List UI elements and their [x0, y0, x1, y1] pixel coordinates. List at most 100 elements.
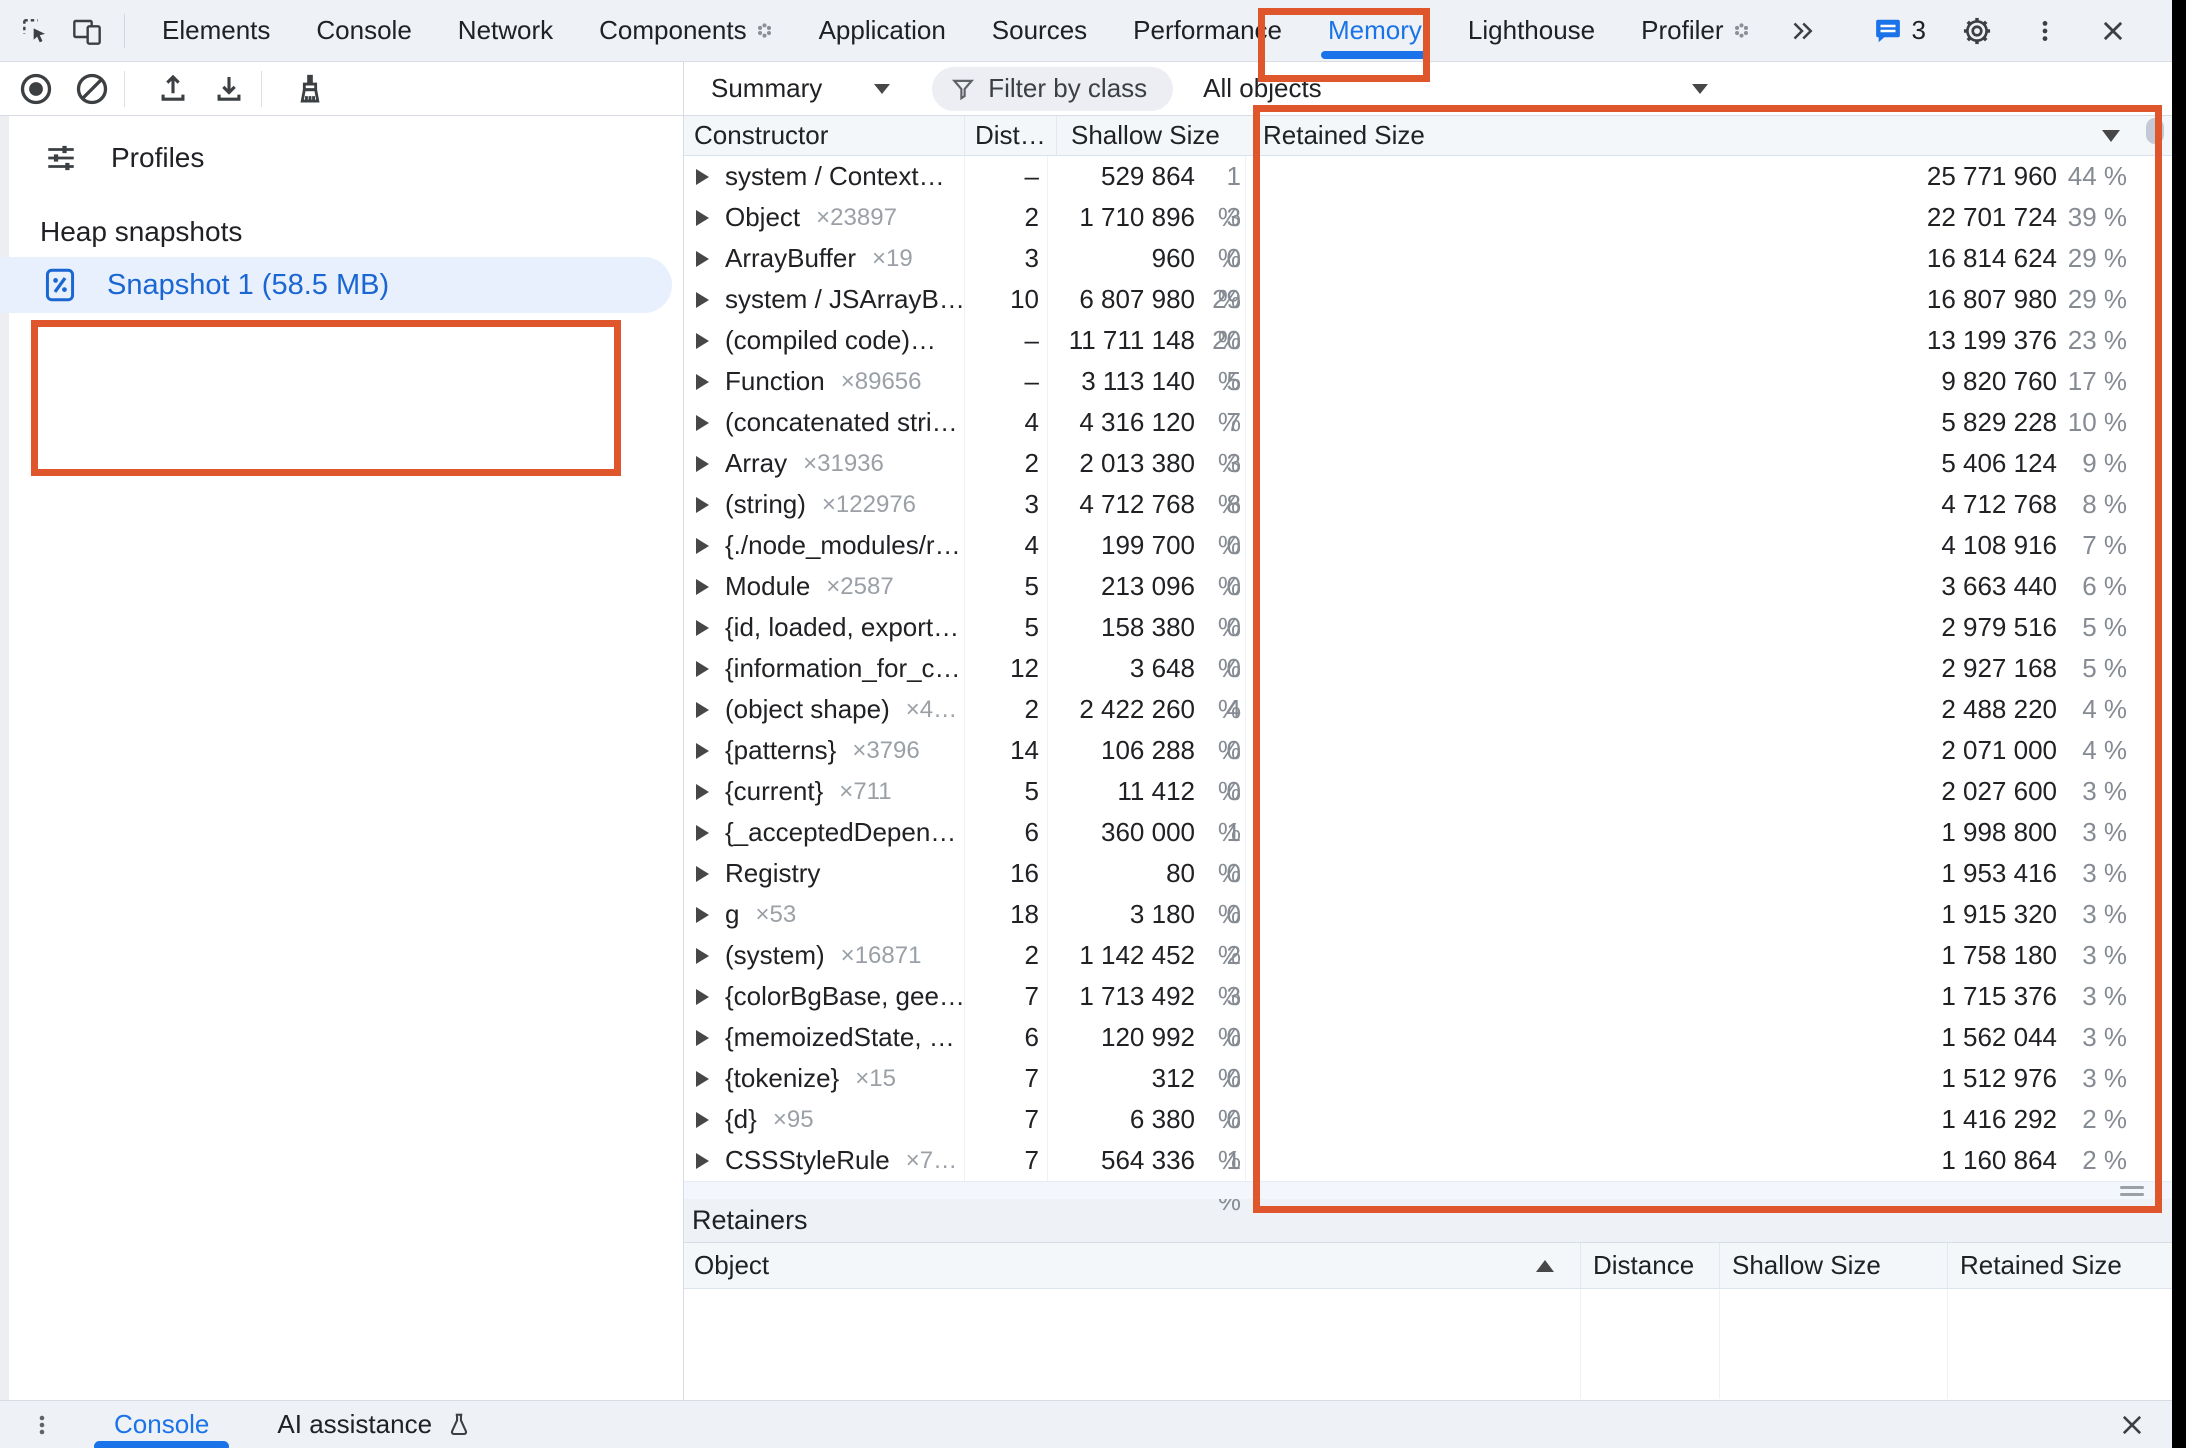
expand-arrow-icon[interactable]: [696, 661, 709, 677]
expand-arrow-icon[interactable]: [696, 620, 709, 636]
expand-arrow-icon[interactable]: [696, 251, 709, 267]
filter-funnel-icon: [950, 76, 976, 102]
table-row[interactable]: g ×53 18 3 180 0 % 1 915 320 3 %: [684, 894, 2172, 935]
table-scrollbar-thumb[interactable]: [2146, 118, 2164, 144]
perspective-select[interactable]: Summary: [711, 73, 890, 104]
expand-arrow-icon[interactable]: [696, 169, 709, 185]
save-profile-icon[interactable]: [209, 69, 249, 109]
drawer-menu-icon[interactable]: [30, 1413, 54, 1437]
more-tabs-icon[interactable]: [1785, 14, 1819, 48]
retained-size-cell: 1 160 864: [1245, 1140, 2057, 1181]
table-row[interactable]: {current} ×711 5 11 412 0 % 2 027 600 3 …: [684, 771, 2172, 812]
tab-components[interactable]: Components: [576, 0, 795, 62]
expand-arrow-icon[interactable]: [696, 989, 709, 1005]
expand-arrow-icon[interactable]: [696, 497, 709, 513]
device-toolbar-icon[interactable]: [70, 14, 104, 48]
table-row[interactable]: (system) ×16871 2 1 142 452 2 % 1 758 18…: [684, 935, 2172, 976]
expand-arrow-icon[interactable]: [696, 374, 709, 390]
tab-performance[interactable]: Performance: [1110, 0, 1305, 62]
issues-button[interactable]: 3: [1873, 15, 1926, 46]
table-row[interactable]: Function ×89656 – 3 113 140 5 % 9 820 76…: [684, 361, 2172, 402]
expand-arrow-icon[interactable]: [696, 579, 709, 595]
expand-arrow-icon[interactable]: [696, 825, 709, 841]
tab-network[interactable]: Network: [435, 0, 576, 62]
distance-cell: 6: [964, 812, 1047, 853]
table-row[interactable]: Object ×23897 2 1 710 896 3 % 22 701 724…: [684, 197, 2172, 238]
expand-arrow-icon[interactable]: [696, 948, 709, 964]
settings-gear-icon[interactable]: [1960, 14, 1994, 48]
table-row[interactable]: (concatenated stri… 4 4 316 120 7 % 5 82…: [684, 402, 2172, 443]
tab-elements[interactable]: Elements: [139, 0, 293, 62]
profiles-header[interactable]: Profiles: [0, 130, 683, 186]
expand-arrow-icon[interactable]: [696, 702, 709, 718]
table-row[interactable]: system / JSArrayB… 10 6 807 980 29 % 16 …: [684, 279, 2172, 320]
constructor-name: (string): [725, 489, 806, 520]
table-row[interactable]: {tokenize} ×15 7 312 0 % 1 512 976 3 %: [684, 1058, 2172, 1099]
clear-profiles-icon[interactable]: [72, 69, 112, 109]
retained-size-cell: 5 829 228: [1245, 402, 2057, 443]
tab-profiler[interactable]: Profiler: [1618, 0, 1772, 62]
tab-lighthouse[interactable]: Lighthouse: [1445, 0, 1618, 62]
snapshot-item[interactable]: Snapshot 1 (58.5 MB): [0, 257, 672, 313]
column-header-constructor[interactable]: Constructor: [684, 116, 964, 155]
expand-arrow-icon[interactable]: [696, 456, 709, 472]
table-row[interactable]: Array ×31936 2 2 013 380 3 % 5 406 124 9…: [684, 443, 2172, 484]
table-row[interactable]: CSSStyleRule ×7… 7 564 336 1 % 1 160 864…: [684, 1140, 2172, 1181]
expand-arrow-icon[interactable]: [696, 866, 709, 882]
class-filter-input[interactable]: Filter by class: [932, 67, 1173, 111]
expand-arrow-icon[interactable]: [696, 210, 709, 226]
table-row[interactable]: Registry 16 80 0 % 1 953 416 3 %: [684, 853, 2172, 894]
load-profile-icon[interactable]: [153, 69, 193, 109]
expand-arrow-icon[interactable]: [696, 1112, 709, 1128]
close-drawer-icon[interactable]: [2118, 1411, 2146, 1439]
table-row[interactable]: {d} ×95 7 6 380 0 % 1 416 292 2 %: [684, 1099, 2172, 1140]
table-row[interactable]: {information_for_c… 12 3 648 0 % 2 927 1…: [684, 648, 2172, 689]
expand-arrow-icon[interactable]: [696, 1071, 709, 1087]
retainers-column-shallow-size[interactable]: Shallow Size: [1719, 1243, 1947, 1288]
drawer-tab-console[interactable]: Console: [106, 1401, 217, 1448]
expand-arrow-icon[interactable]: [696, 784, 709, 800]
table-row[interactable]: {./node_modules/r… 4 199 700 0 % 4 108 9…: [684, 525, 2172, 566]
retainers-splitter[interactable]: [684, 1181, 2172, 1199]
column-header-shallow-size[interactable]: Shallow Size: [1056, 116, 1254, 155]
table-row[interactable]: (string) ×122976 3 4 712 768 8 % 4 712 7…: [684, 484, 2172, 525]
shallow-size-cell: 960: [1047, 238, 1197, 279]
tab-memory[interactable]: Memory: [1305, 0, 1445, 62]
retained-percent-cell: 5 %: [2057, 648, 2127, 689]
retainers-column-object[interactable]: Object: [684, 1243, 1580, 1288]
retainers-column-retained-size[interactable]: Retained Size: [1947, 1243, 2172, 1288]
objects-scope-select[interactable]: All objects: [1203, 73, 1708, 104]
table-row[interactable]: {memoizedState, … 6 120 992 0 % 1 562 04…: [684, 1017, 2172, 1058]
expand-arrow-icon[interactable]: [696, 743, 709, 759]
table-row[interactable]: Module ×2587 5 213 096 0 % 3 663 440 6 %: [684, 566, 2172, 607]
table-row[interactable]: (object shape) ×4… 2 2 422 260 4 % 2 488…: [684, 689, 2172, 730]
kebab-menu-icon[interactable]: [2028, 14, 2062, 48]
constructor-name: system / Context…: [725, 161, 945, 192]
table-row[interactable]: ArrayBuffer ×19 3 960 0 % 16 814 624 29 …: [684, 238, 2172, 279]
column-header-retained-size[interactable]: Retained Size: [1254, 116, 2172, 155]
tab-console[interactable]: Console: [293, 0, 434, 62]
drawer-tab-ai-assistance[interactable]: AI assistance: [269, 1401, 480, 1448]
table-row[interactable]: {id, loaded, export… 5 158 380 0 % 2 979…: [684, 607, 2172, 648]
inspect-element-icon[interactable]: [18, 14, 52, 48]
record-heap-snapshot-icon[interactable]: [16, 69, 56, 109]
expand-arrow-icon[interactable]: [696, 538, 709, 554]
close-devtools-icon[interactable]: [2096, 14, 2130, 48]
clean-garbage-icon[interactable]: [290, 69, 330, 109]
table-row[interactable]: {colorBgBase, gee… 7 1 713 492 3 % 1 715…: [684, 976, 2172, 1017]
constructor-cell: {information_for_c…: [684, 648, 964, 689]
tab-sources[interactable]: Sources: [969, 0, 1110, 62]
table-row[interactable]: (compiled code)… – 11 711 148 20 % 13 19…: [684, 320, 2172, 361]
table-row[interactable]: {_acceptedDepen… 6 360 000 1 % 1 998 800…: [684, 812, 2172, 853]
expand-arrow-icon[interactable]: [696, 292, 709, 308]
expand-arrow-icon[interactable]: [696, 907, 709, 923]
expand-arrow-icon[interactable]: [696, 415, 709, 431]
expand-arrow-icon[interactable]: [696, 1153, 709, 1169]
table-row[interactable]: {patterns} ×3796 14 106 288 0 % 2 071 00…: [684, 730, 2172, 771]
expand-arrow-icon[interactable]: [696, 1030, 709, 1046]
table-row[interactable]: system / Context… – 529 864 1 % 25 771 9…: [684, 156, 2172, 197]
expand-arrow-icon[interactable]: [696, 333, 709, 349]
retainers-column-distance[interactable]: Distance: [1580, 1243, 1719, 1288]
tab-application[interactable]: Application: [796, 0, 969, 62]
column-header-distance[interactable]: Dist…: [964, 116, 1056, 155]
